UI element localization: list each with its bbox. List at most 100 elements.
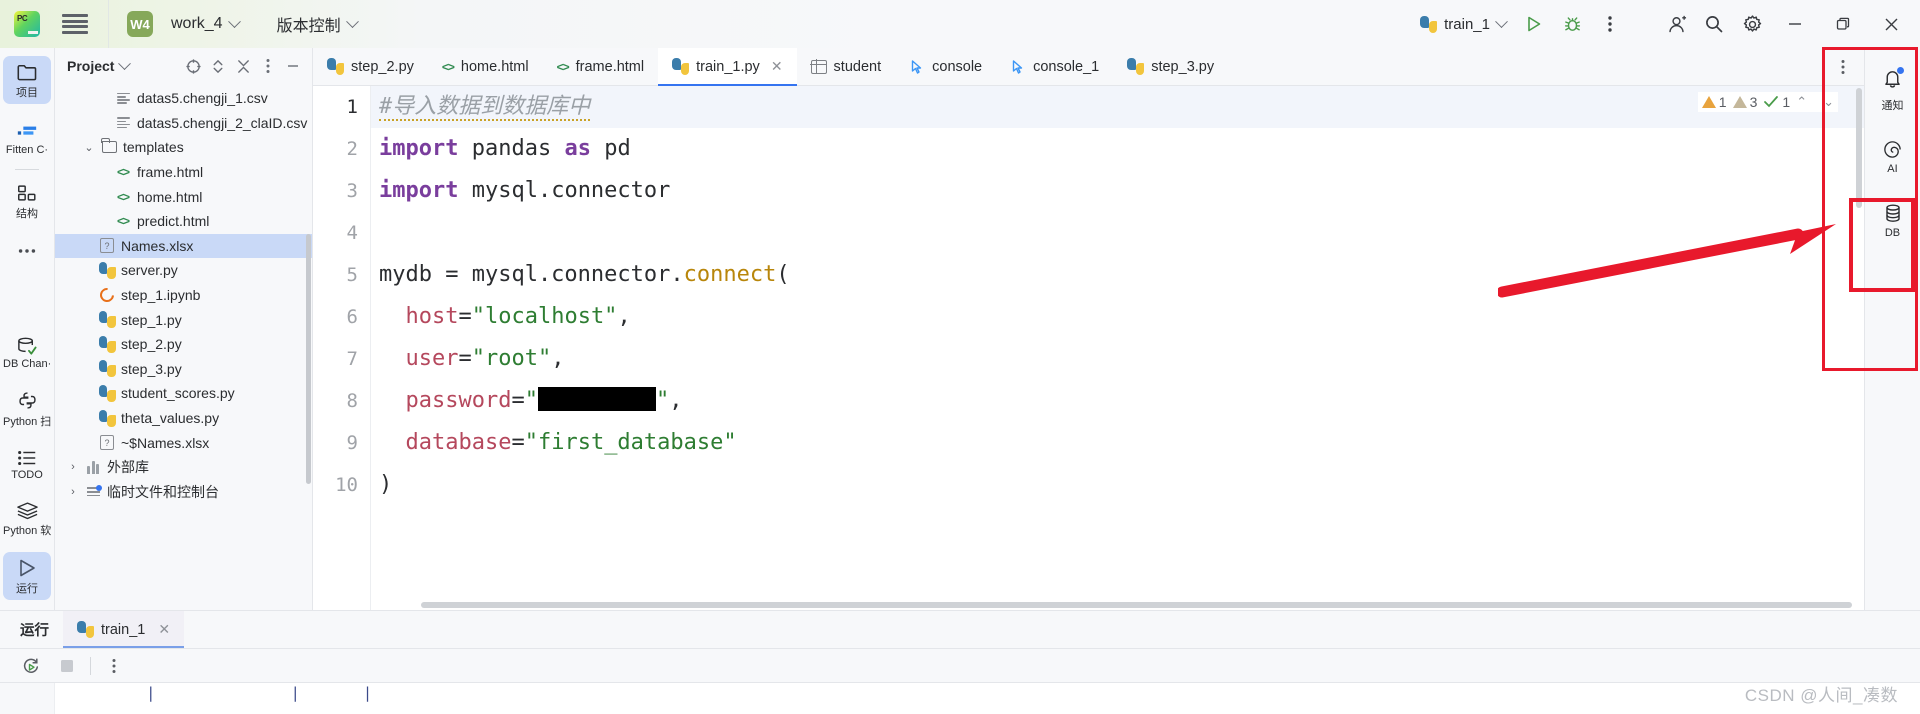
line-number-gutter: 1 2 3 4 5 6 7 8 9 10 [313,86,371,610]
database-button[interactable]: DB [1869,197,1917,243]
tab-step-3-py[interactable]: step_3.py [1113,48,1228,85]
tab-console[interactable]: console [895,48,996,85]
tree-item-datas5-chengji-2[interactable]: datas5.chengji_2_claID.csv [55,111,312,136]
run-tab-bar: 运行 train_1 ✕ [0,611,1920,648]
line-number: 4 [346,222,358,244]
run-window-title: 运行 [20,623,49,639]
chevron-right-icon[interactable]: › [67,486,79,498]
sidebar-item-more[interactable] [3,241,51,259]
close-icon[interactable] [1868,0,1914,48]
python-file-icon [327,58,344,75]
chevron-down-icon[interactable] [118,56,132,70]
editor-vertical-scrollbar[interactable] [1856,88,1862,208]
code-line-4[interactable] [379,212,1864,254]
code-line-5[interactable]: mydb = mysql.connector.connect( [379,254,1864,296]
warning-indicator[interactable]: 3 [1732,94,1757,110]
run-button[interactable] [1516,6,1552,42]
sidebar-item-fitten-code[interactable]: Fitten C· [3,118,51,160]
chevron-down-icon[interactable]: ⌄ [1823,94,1834,110]
vcs-selector[interactable]: 版本控制 [271,8,363,40]
tree-item-step-1-py[interactable]: step_1.py [55,307,312,332]
code-line-2[interactable]: import pandas as pd [379,128,1864,170]
sidebar-item-python-packages[interactable]: Python 扫 [3,384,51,433]
quote-close: " [655,388,670,413]
chevron-down-icon[interactable]: ⌄ [83,141,95,154]
more-actions-button[interactable] [1592,6,1628,42]
tree-item-names-xlsx[interactable]: ? Names.xlsx [55,233,312,259]
editor-horizontal-scrollbar[interactable] [421,602,1852,608]
tree-item-step-3-py[interactable]: step_3.py [55,357,312,382]
project-tree[interactable]: datas5.chengji_1.csv datas5.chengji_2_cl… [55,84,312,610]
more-vertical-icon[interactable] [101,653,127,679]
code-editor[interactable]: 1 2 3 4 5 6 7 8 9 10 #导入数据到数据库中 import p… [313,86,1864,610]
code-content[interactable]: #导入数据到数据库中 import pandas as pd import my… [371,86,1864,610]
ai-assistant-button[interactable]: AI [1869,133,1917,179]
tree-item-datas5-chengji-1[interactable]: datas5.chengji_1.csv [55,86,312,111]
rerun-icon[interactable] [18,653,44,679]
tab-frame-html[interactable]: <> frame.html [543,48,659,85]
project-selector[interactable]: work_4 [165,11,245,37]
tree-item-student-scores-py[interactable]: student_scores.py [55,381,312,406]
tree-item-external-libraries[interactable]: › 外部库 [55,455,312,480]
typo-indicator[interactable]: 1 [1763,94,1790,110]
code-line-1[interactable]: #导入数据到数据库中 [371,86,1864,128]
right-item-label: 通知 [1881,100,1904,112]
project-badge: W4 [127,11,153,37]
tree-item-server-py[interactable]: server.py [55,258,312,283]
tab-step-2-py[interactable]: step_2.py [313,48,428,85]
inspection-widget[interactable]: 1 3 1 ⌃ ⌄ [1697,92,1838,112]
tree-item-step-1-ipynb[interactable]: step_1.ipynb [55,283,312,308]
project-tree-scrollbar[interactable] [306,234,311,484]
minimize-icon[interactable] [1772,0,1818,48]
expand-collapse-icon[interactable] [207,55,229,77]
close-icon[interactable]: ✕ [158,621,170,638]
code-line-7[interactable]: user="root", [379,338,1864,380]
chevron-up-icon[interactable]: ⌃ [1796,94,1807,110]
account-icon[interactable] [1658,6,1694,42]
tab-console-1[interactable]: console_1 [996,48,1113,85]
tab-home-html[interactable]: <> home.html [428,48,543,85]
collapse-all-icon[interactable] [232,55,254,77]
hamburger-menu-icon[interactable] [62,14,88,34]
sidebar-item-structure[interactable]: 结构 [3,177,51,225]
tab-student[interactable]: student [797,48,896,85]
console-query-icon [1010,59,1026,75]
sidebar-item-todo[interactable]: TODO [3,443,51,485]
tree-item-frame-html[interactable]: <> frame.html [55,160,312,185]
tree-item-step-2-py[interactable]: step_2.py [55,332,312,357]
options-icon[interactable] [257,55,279,77]
notifications-button[interactable]: 通知 [1869,62,1917,117]
tree-item-scratches-consoles[interactable]: › 临时文件和控制台 [55,480,312,505]
right-item-label: DB [1884,227,1901,239]
close-icon[interactable]: ✕ [771,58,783,75]
code-line-9[interactable]: database="first_database" [379,422,1864,464]
search-icon[interactable] [1696,6,1732,42]
error-indicator[interactable]: 1 [1701,94,1727,110]
sidebar-item-python-layers[interactable]: Python 软 [3,495,51,542]
chevron-right-icon[interactable]: › [67,461,79,473]
code-line-6[interactable]: host="localhost", [379,296,1864,338]
tree-item-theta-values-py[interactable]: theta_values.py [55,406,312,431]
tree-item-predict-html[interactable]: <> predict.html [55,209,312,234]
run-configuration-selector[interactable]: train_1 [1412,11,1514,38]
stop-square-icon[interactable] [54,653,80,679]
tree-item-templates[interactable]: ⌄ templates [55,135,312,160]
code-line-10[interactable]: ) [379,464,1864,506]
tab-train-1-py[interactable]: train_1.py ✕ [658,48,797,86]
code-line-3[interactable]: import mysql.connector [379,170,1864,212]
tree-item-tilde-names-xlsx[interactable]: ? ~$Names.xlsx [55,430,312,455]
sidebar-item-project[interactable]: 项目 [3,56,51,104]
run-output-area[interactable]: | | | [0,682,1920,714]
sidebar-item-run[interactable]: 运行 [3,552,51,600]
string-value: "first_database" [524,430,737,455]
maximize-icon[interactable] [1820,0,1866,48]
debug-button[interactable] [1554,6,1590,42]
sidebar-item-db-changes[interactable]: DB Chan· [3,330,51,374]
code-line-8[interactable]: password=" ", [379,380,1864,422]
hide-icon[interactable] [282,55,304,77]
tree-item-home-html[interactable]: <> home.html [55,184,312,209]
more-vertical-icon[interactable] [1832,56,1854,78]
gear-icon[interactable] [1734,6,1770,42]
select-opened-file-icon[interactable] [182,55,204,77]
run-tab-train-1[interactable]: train_1 ✕ [63,611,185,648]
